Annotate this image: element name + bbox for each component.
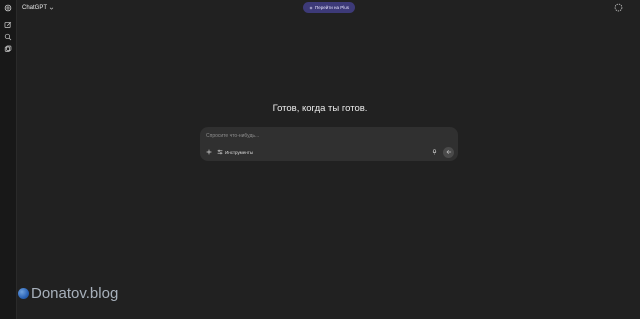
temporary-chat-icon[interactable] bbox=[614, 3, 623, 12]
search-icon[interactable] bbox=[4, 33, 12, 41]
chevron-down-icon bbox=[49, 7, 54, 10]
page-title: Готов, когда ты готов. bbox=[272, 103, 368, 114]
upgrade-plus-button[interactable]: Перейти на Plus bbox=[303, 2, 355, 13]
sparkle-icon bbox=[309, 5, 313, 10]
attach-button[interactable] bbox=[205, 148, 213, 156]
watermark-text: Donatov.blog bbox=[31, 284, 119, 302]
model-name: ChatGPT bbox=[22, 5, 48, 11]
app-window: ChatGPT Перейти на Plus Готов, когда ты … bbox=[0, 0, 640, 319]
prompt-input[interactable] bbox=[206, 132, 406, 140]
openai-logo-icon[interactable] bbox=[4, 4, 12, 12]
new-chat-icon[interactable] bbox=[4, 21, 12, 29]
sidebar bbox=[0, 0, 17, 319]
send-arrow-icon bbox=[445, 149, 451, 155]
tools-icon bbox=[217, 149, 223, 155]
plus-icon bbox=[206, 149, 212, 155]
globe-icon bbox=[18, 287, 29, 299]
tools-button[interactable]: Инструменты bbox=[217, 148, 253, 156]
voice-input-button[interactable] bbox=[430, 148, 438, 156]
send-button[interactable] bbox=[443, 146, 454, 158]
microphone-icon bbox=[432, 149, 436, 155]
upgrade-label: Перейти на Plus bbox=[314, 5, 350, 10]
watermark: Donatov.blog bbox=[18, 284, 119, 302]
model-selector[interactable]: ChatGPT bbox=[22, 3, 54, 13]
tools-label: Инструменты bbox=[225, 149, 254, 155]
library-icon[interactable] bbox=[4, 45, 12, 53]
composer: Инструменты bbox=[200, 127, 458, 161]
